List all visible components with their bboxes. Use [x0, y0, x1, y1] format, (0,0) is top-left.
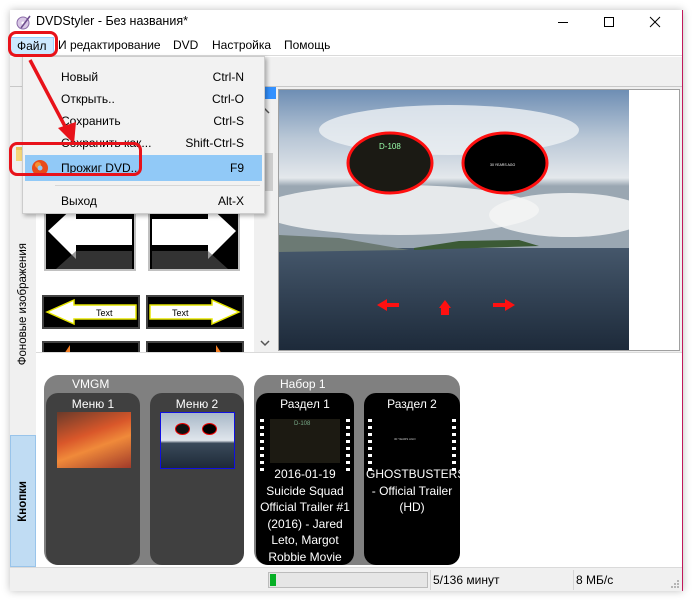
menu-dvd[interactable]: DVD [167, 37, 204, 53]
bitrate-text: 8 МБ/с [576, 573, 614, 587]
title-bar: DVDStyler - Без названия* [10, 10, 682, 34]
progress-fill [270, 574, 276, 586]
menu-item-shortcut: Alt-X [217, 194, 244, 208]
menu-help[interactable]: Помощь [278, 37, 336, 53]
menu-preview-pane: D-108 30 YEARS AGO [259, 87, 682, 352]
menu-card-2[interactable]: Меню 2 [150, 393, 244, 565]
minimize-button[interactable] [540, 10, 586, 34]
arrow-right-text-icon: Text [149, 298, 241, 326]
menu-canvas[interactable]: D-108 30 YEARS AGO [259, 89, 680, 351]
gallery-item-arrow-right-text[interactable]: Text [146, 295, 244, 329]
menu-2-thumbnail [160, 412, 235, 469]
minimize-icon [558, 22, 568, 23]
tab-backgrounds-label: Фоновые изображения [17, 242, 29, 366]
menu-bar: Файл И редактирование DVD Настройка Помо… [10, 34, 682, 56]
menu-separator [55, 185, 260, 186]
menu-card-1-label: Меню 1 [71, 397, 115, 411]
svg-text:D-108: D-108 [379, 142, 401, 151]
resize-grip-icon[interactable] [669, 578, 679, 588]
titleset-1-label: Набор 1 [280, 377, 326, 391]
scroll-down-icon[interactable] [260, 339, 270, 347]
triangle-left-icon [65, 345, 70, 352]
menu-card-1[interactable]: Меню 1 [46, 393, 140, 565]
title-card-1-label: Раздел 1 [280, 397, 330, 411]
menu-card-2-label: Меню 2 [175, 397, 219, 411]
annotation-highlight-file-menu [8, 31, 58, 57]
title-card-2-label: Раздел 2 [387, 397, 437, 411]
title-card-2-desc: GHOSTBUSTERS - Official Trailer (HD) [366, 467, 466, 515]
menu-item-shortcut: Shift-Ctrl-S [185, 136, 244, 150]
menu-item-shortcut: F9 [229, 161, 244, 175]
title-card-1[interactable]: Раздел 1 D-108 2016-01-19 Suicide Squad … [256, 393, 354, 581]
gallery-item-arrow-left-text[interactable]: Text [42, 295, 140, 329]
menu-item-label: Выход [61, 194, 97, 208]
title-card-1-desc: 2016-01-19 Suicide Squad Official Traile… [260, 467, 350, 581]
window-title: DVDStyler - Без названия* [36, 14, 188, 28]
status-separator [430, 570, 431, 590]
titleset-manager: VMGM Меню 1 Меню 2 Набор 1 Раздел 1 D-10… [36, 352, 682, 581]
dvdstyler-window: DVDStyler - Без названия* Файл И редакти… [10, 10, 683, 591]
arrow-left-text-icon: Text [45, 298, 137, 326]
status-separator [573, 570, 574, 590]
vmgm-label: VMGM [72, 377, 110, 391]
maximize-button[interactable] [586, 10, 632, 34]
menu-1-thumbnail [57, 412, 131, 468]
annotation-highlight-burn-dvd [9, 142, 142, 176]
status-bar: 5/136 минут 8 МБ/с [10, 567, 682, 591]
title-1-thumbnail: D-108 [270, 419, 340, 463]
menu-item-shortcut: Ctrl-N [212, 70, 244, 84]
disc-usage-progress [268, 572, 428, 588]
menu-item-label: Открыть.. [61, 92, 115, 106]
duration-text: 5/136 минут [433, 573, 500, 587]
close-button[interactable] [632, 10, 678, 34]
menu-item-save[interactable]: Сохранить Ctrl-S [25, 110, 262, 132]
gallery-item-triangle-left[interactable] [42, 341, 140, 352]
menu-item-shortcut: Ctrl-O [212, 92, 244, 106]
menu-item-open[interactable]: Открыть.. Ctrl-O [25, 88, 262, 110]
svg-text:30 YEARS AGO: 30 YEARS AGO [490, 163, 516, 167]
menu-background-image: D-108 30 YEARS AGO [259, 90, 649, 350]
menu-item-exit[interactable]: Выход Alt-X [25, 190, 262, 212]
menu-item-shortcut: Ctrl-S [213, 114, 244, 128]
menu-item-label: Сохранить [61, 114, 121, 128]
svg-text:Text: Text [96, 308, 113, 318]
title-2-thumbnail: 30 YEARS AGO [378, 419, 446, 463]
gallery-item-triangle-right[interactable] [146, 341, 244, 352]
close-icon [649, 16, 661, 28]
menu-item-label: Новый [61, 70, 99, 84]
svg-text:Text: Text [172, 308, 189, 318]
triangle-right-icon [216, 345, 221, 352]
app-icon [16, 15, 31, 30]
tab-buttons[interactable]: Кнопки [10, 435, 36, 567]
menu-edit[interactable]: И редактирование [52, 37, 167, 53]
menu-settings[interactable]: Настройка [206, 37, 277, 53]
tab-buttons-label: Кнопки [17, 480, 29, 522]
file-menu-dropdown: Новый Ctrl-N Открыть.. Ctrl-O Сохранить … [22, 56, 265, 214]
maximize-icon [604, 17, 614, 27]
title-card-2[interactable]: Раздел 2 30 YEARS AGO GHOSTBUSTERS - Off… [364, 393, 466, 565]
menu-item-new[interactable]: Новый Ctrl-N [25, 66, 262, 88]
